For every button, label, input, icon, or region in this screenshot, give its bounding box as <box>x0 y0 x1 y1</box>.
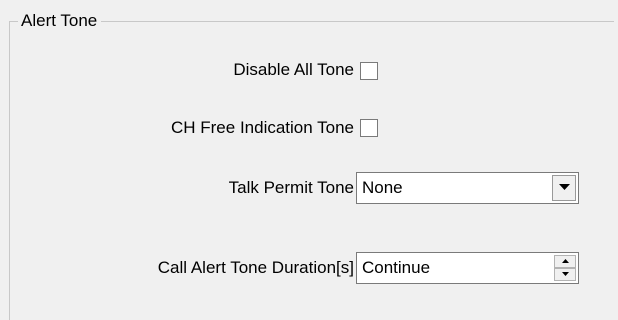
talk-permit-tone-label: Talk Permit Tone <box>228 178 354 197</box>
spin-up-icon <box>562 259 569 263</box>
spin-down-button[interactable] <box>554 268 576 281</box>
chevron-down-icon <box>559 184 570 190</box>
ch-free-indication-tone-checkbox[interactable] <box>360 119 378 137</box>
call-alert-tone-duration-spinbox[interactable]: Continue <box>356 252 579 284</box>
spin-up-button[interactable] <box>554 255 576 268</box>
talk-permit-tone-value: None <box>362 178 403 197</box>
call-alert-tone-duration-label: Call Alert Tone Duration[s] <box>157 258 354 277</box>
disable-all-tone-checkbox[interactable] <box>360 62 378 80</box>
talk-permit-tone-select[interactable]: None <box>356 172 579 204</box>
disable-all-tone-label: Disable All Tone <box>233 60 354 79</box>
ch-free-indication-tone-label: CH Free Indication Tone <box>170 118 354 137</box>
dropdown-button[interactable] <box>552 175 576 201</box>
spin-down-icon <box>562 272 569 276</box>
group-title: Alert Tone <box>18 10 102 32</box>
call-alert-tone-duration-value: Continue <box>362 258 431 277</box>
